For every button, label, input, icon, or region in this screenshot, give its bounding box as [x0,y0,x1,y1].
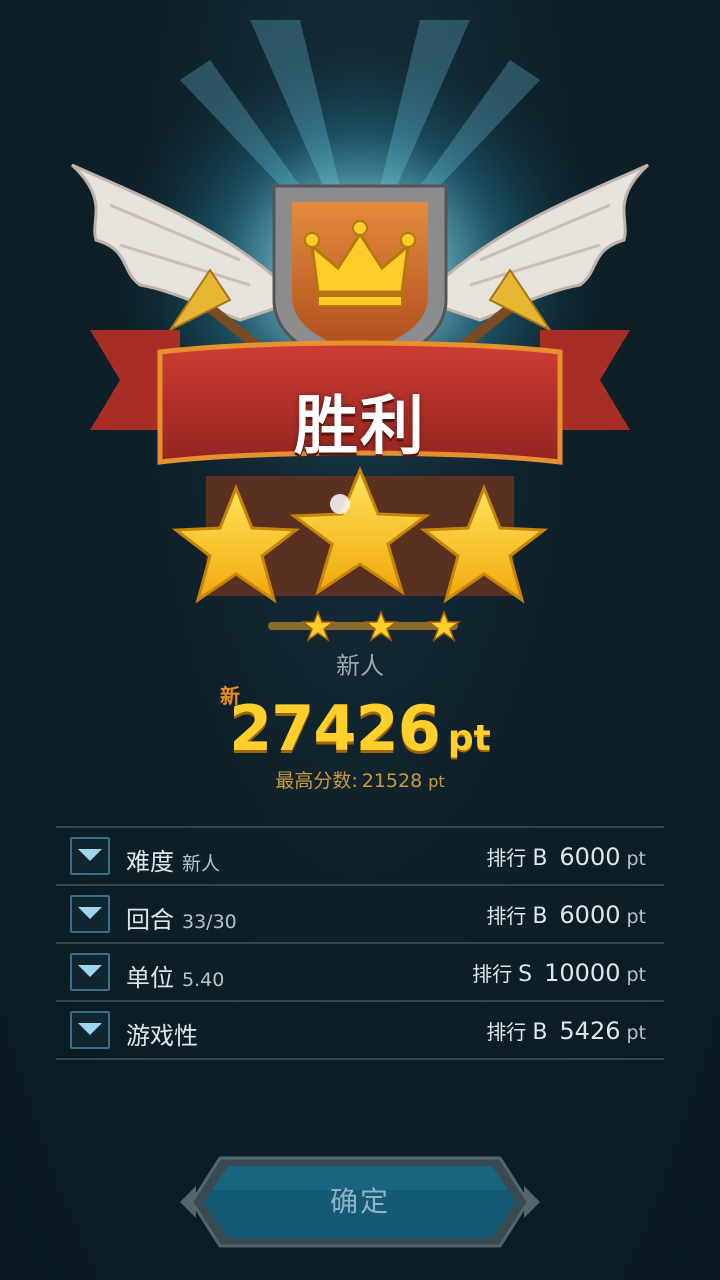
confirm-button-label: 确定 [329,1185,390,1218]
stat-unit: pt [626,1022,646,1044]
best-score-label: 最高分数: [275,770,358,792]
chevron-down-icon [78,1023,102,1035]
star-progress [268,609,462,642]
stat-detail: 5.40 [182,969,225,991]
expand-button[interactable] [70,837,110,875]
star-icon [426,609,462,642]
chevron-down-icon [78,907,102,919]
rank-grade: S [518,962,533,987]
best-score-value: 21528 [361,770,423,792]
score-value: 27426 [229,692,441,765]
stat-name: 回合 [126,906,174,934]
rank-grade: B [532,1020,548,1045]
stat-points: 5426 [559,1017,621,1045]
score-block: 新 27426 pt 最高分数: 21528 pt [0,676,720,796]
stat-row-rounds: 回合 33/30 排行 B 6000 pt [56,886,664,944]
rank-grade: B [532,846,548,871]
confirm-button[interactable]: 确定 [176,1152,544,1252]
stat-points: 6000 [559,901,621,929]
stat-name: 单位 [126,964,174,992]
score-line: 27426 pt [0,692,720,765]
rank-text: 排行 [486,904,527,928]
stat-unit: pt [626,964,646,986]
stat-detail: 33/30 [182,911,237,933]
stat-points: 10000 [544,959,621,987]
best-score-line: 最高分数: 21528 pt [0,766,720,793]
stat-row-gameplay: 游戏性 排行 B 5426 pt [56,1002,664,1060]
rank-text: 排行 [472,962,513,986]
stat-points: 6000 [559,843,621,871]
rank-text: 排行 [486,846,527,870]
stat-unit: pt [626,848,646,870]
expand-button[interactable] [70,953,110,991]
stat-name: 游戏性 [126,1022,198,1050]
victory-screen: 胜利 新人 新 27426 pt 最高分数: 21528 pt 难度 新人 排行 B 600… [0,0,720,1280]
stats-table: 难度 新人 排行 B 6000 pt 回合 33/30 排行 B 6000 pt 单位 5.40 … [56,826,664,1060]
star-icon [300,609,336,642]
expand-button[interactable] [70,1011,110,1049]
rank-grade: B [532,904,548,929]
stat-detail: 新人 [182,853,221,875]
rank-text: 排行 [486,1020,527,1044]
chevron-down-icon [78,965,102,977]
victory-emblem [70,20,650,642]
stat-unit: pt [626,906,646,928]
chevron-down-icon [78,849,102,861]
expand-button[interactable] [70,895,110,933]
stat-row-difficulty: 难度 新人 排行 B 6000 pt [56,828,664,886]
sparkle [330,494,350,514]
stat-name: 难度 [126,848,174,876]
stat-row-units: 单位 5.40 排行 S 10000 pt [56,944,664,1002]
victory-title: 胜利 [294,390,426,464]
score-unit: pt [447,718,491,759]
best-score-unit: pt [428,772,445,791]
star-icon [363,609,399,642]
